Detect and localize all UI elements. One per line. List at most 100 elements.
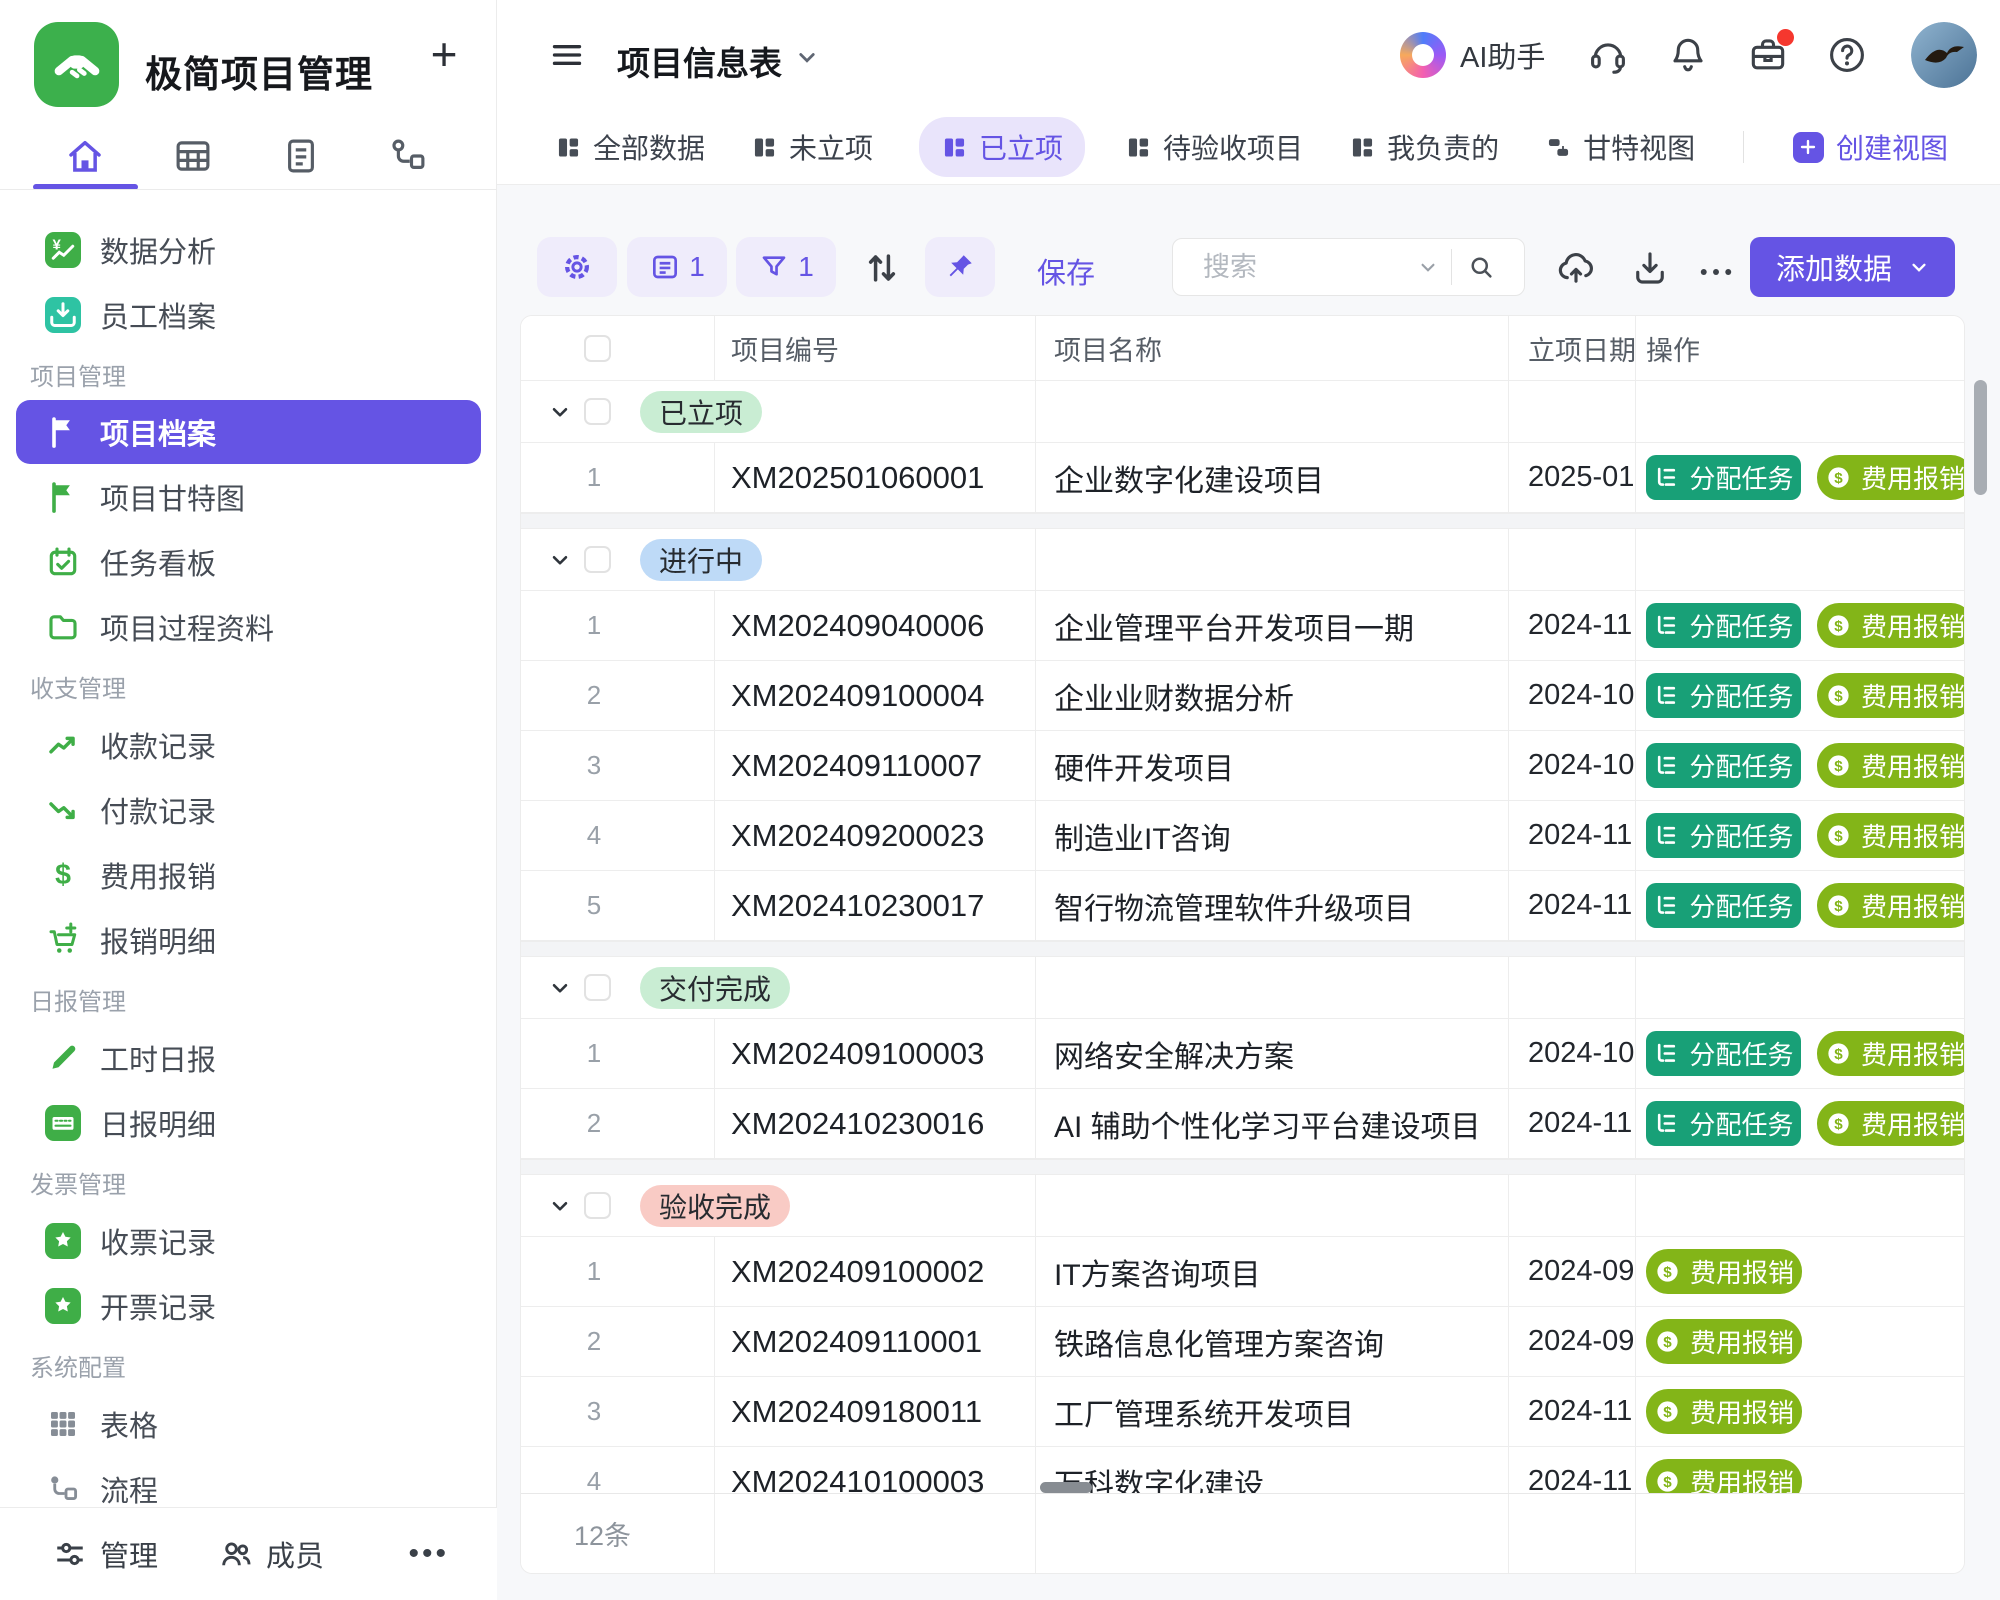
sidebar-item-数据分析[interactable]: ¥数据分析 bbox=[0, 217, 497, 282]
sidebar-tab-docs[interactable] bbox=[277, 132, 325, 180]
group-select-checkbox[interactable] bbox=[584, 546, 611, 573]
add-data-button[interactable]: 添加数据 bbox=[1750, 237, 1955, 297]
user-avatar[interactable] bbox=[1911, 22, 1977, 88]
sidebar-item-工时日报[interactable]: 工时日报 bbox=[0, 1025, 497, 1090]
expense-report-button[interactable]: $费用报销 bbox=[1646, 1249, 1802, 1294]
group-select-checkbox[interactable] bbox=[584, 398, 611, 425]
table-row[interactable]: 3XM202409110007硬件开发项目2024-10分配任务$费用报销 bbox=[521, 731, 1964, 801]
assign-task-button[interactable]: 分配任务 bbox=[1646, 813, 1801, 858]
table-row[interactable]: 1XM202409100002IT方案咨询项目2024-09$费用报销 bbox=[521, 1237, 1964, 1307]
table-row[interactable]: 2XM202409100004企业业财数据分析2024-10分配任务$费用报销 bbox=[521, 661, 1964, 731]
column-header-project-name[interactable]: 项目名称 bbox=[1036, 316, 1509, 380]
fields-config-button[interactable]: 1 bbox=[627, 237, 727, 297]
table-row[interactable]: 2XM202409110001铁路信息化管理方案咨询2024-09$费用报销 bbox=[521, 1307, 1964, 1377]
export-download-icon[interactable] bbox=[1629, 247, 1671, 289]
sidebar-item-报销明细[interactable]: 报销明细 bbox=[0, 907, 497, 972]
assign-task-button[interactable]: 分配任务 bbox=[1646, 603, 1801, 648]
search-icon[interactable] bbox=[1466, 252, 1496, 282]
select-all-checkbox[interactable] bbox=[584, 335, 611, 362]
sidebar-item-员工档案[interactable]: 员工档案 bbox=[0, 282, 497, 347]
vertical-scrollbar[interactable] bbox=[1974, 380, 1987, 495]
sidebar-item-付款记录[interactable]: 付款记录 bbox=[0, 777, 497, 842]
view-tab-已立项[interactable]: 已立项 bbox=[919, 117, 1085, 177]
support-headset-icon[interactable] bbox=[1586, 33, 1630, 77]
sidebar-item-项目甘特图[interactable]: 项目甘特图 bbox=[0, 464, 497, 529]
more-actions-icon[interactable] bbox=[1695, 251, 1737, 293]
expense-report-button[interactable]: $费用报销 bbox=[1817, 1031, 1964, 1076]
group-collapse-chevron-icon[interactable] bbox=[547, 547, 573, 573]
view-tab-未立项[interactable]: 未立项 bbox=[751, 127, 873, 167]
view-tab-待验收项目[interactable]: 待验收项目 bbox=[1125, 127, 1303, 167]
sidebar-item-任务看板[interactable]: 任务看板 bbox=[0, 529, 497, 594]
title-chevron-down-icon[interactable] bbox=[792, 42, 822, 72]
table-row[interactable]: 5XM202410230017智行物流管理软件升级项目2024-11分配任务$费… bbox=[521, 871, 1964, 941]
search-input[interactable] bbox=[1201, 251, 1415, 284]
svg-text:$: $ bbox=[1834, 1116, 1843, 1133]
settings-button[interactable] bbox=[537, 237, 617, 297]
view-tab-全部数据[interactable]: 全部数据 bbox=[555, 127, 705, 167]
sidebar-item-收票记录[interactable]: 收票记录 bbox=[0, 1208, 497, 1273]
expense-report-button[interactable]: $费用报销 bbox=[1817, 1101, 1964, 1146]
column-header-project-id[interactable]: 项目编号 bbox=[715, 316, 1036, 380]
horizontal-scrollbar[interactable] bbox=[1040, 1482, 1092, 1493]
import-upload-icon[interactable] bbox=[1555, 247, 1597, 289]
assign-task-button[interactable]: 分配任务 bbox=[1646, 673, 1801, 718]
group-select-checkbox[interactable] bbox=[584, 974, 611, 1001]
expense-report-button[interactable]: $费用报销 bbox=[1817, 743, 1964, 788]
expense-report-button[interactable]: $费用报销 bbox=[1817, 883, 1964, 928]
view-tab-我负责的[interactable]: 我负责的 bbox=[1349, 127, 1499, 167]
sort-button[interactable] bbox=[860, 246, 904, 290]
save-button[interactable]: 保存 bbox=[1037, 250, 1095, 292]
search-scope-chevron-icon[interactable] bbox=[1415, 254, 1441, 280]
sidebar-item-项目过程资料[interactable]: 项目过程资料 bbox=[0, 594, 497, 659]
cell-project-name: 铁路信息化管理方案咨询 bbox=[1054, 1320, 1384, 1364]
table-row[interactable]: 3XM202409180011工厂管理系统开发项目2024-11$费用报销 bbox=[521, 1377, 1964, 1447]
sidebar-item-流程[interactable]: 流程 bbox=[0, 1456, 497, 1508]
assign-task-button[interactable]: 分配任务 bbox=[1646, 1031, 1801, 1076]
group-select-checkbox[interactable] bbox=[584, 1192, 611, 1219]
sidebar-tab-home[interactable] bbox=[61, 132, 109, 180]
create-view-button[interactable]: 创建视图 bbox=[1793, 127, 1948, 167]
group-collapse-chevron-icon[interactable] bbox=[547, 975, 573, 1001]
ai-assistant-button[interactable]: AI助手 bbox=[1400, 28, 1545, 82]
expense-report-button[interactable]: $费用报销 bbox=[1646, 1389, 1802, 1434]
sidebar-item-收款记录[interactable]: 收款记录 bbox=[0, 712, 497, 777]
group-collapse-chevron-icon[interactable] bbox=[547, 399, 573, 425]
pin-button[interactable] bbox=[925, 237, 995, 297]
manage-button[interactable]: 管理 bbox=[52, 1533, 158, 1575]
help-icon[interactable] bbox=[1825, 33, 1869, 77]
members-button[interactable]: 成员 bbox=[218, 1533, 324, 1575]
expense-report-button[interactable]: $费用报销 bbox=[1646, 1319, 1802, 1364]
expense-report-button[interactable]: $费用报销 bbox=[1817, 455, 1964, 500]
sidebar-tab-tables[interactable] bbox=[169, 132, 217, 180]
column-header-date[interactable]: 立项日期 bbox=[1509, 316, 1636, 380]
cell-project-id: XM202409100003 bbox=[731, 1036, 984, 1072]
table-row[interactable]: 1XM202409040006企业管理平台开发项目一期2024-11分配任务$费… bbox=[521, 591, 1964, 661]
expense-report-button[interactable]: $费用报销 bbox=[1817, 603, 1964, 648]
workbench-briefcase-icon[interactable] bbox=[1746, 33, 1790, 77]
table-row[interactable]: 2XM202410230016AI 辅助个性化学习平台建设项目2024-11分配… bbox=[521, 1089, 1964, 1159]
sidebar-tab-flows[interactable] bbox=[384, 132, 432, 180]
menu-toggle-button[interactable] bbox=[543, 31, 591, 79]
table-row[interactable]: 4XM202409200023制造业IT咨询2024-11分配任务$费用报销 bbox=[521, 801, 1964, 871]
sidebar-item-日报明细[interactable]: 日报明细 bbox=[0, 1090, 497, 1155]
sidebar-item-开票记录[interactable]: 开票记录 bbox=[0, 1273, 497, 1338]
assign-task-button[interactable]: 分配任务 bbox=[1646, 883, 1801, 928]
sidebar-item-项目档案[interactable]: 项目档案 bbox=[16, 400, 481, 464]
group-collapse-chevron-icon[interactable] bbox=[547, 1193, 573, 1219]
table-row[interactable]: 1XM202501060001企业数字化建设项目2025-01分配任务$费用报销 bbox=[521, 443, 1964, 513]
assign-task-button[interactable]: 分配任务 bbox=[1646, 455, 1801, 500]
sidebar-more-button[interactable]: ••• bbox=[408, 1537, 449, 1571]
group-row-已立项: 已立项 bbox=[521, 381, 1964, 443]
assign-task-button[interactable]: 分配任务 bbox=[1646, 1101, 1801, 1146]
view-tab-甘特视图[interactable]: 甘特视图 bbox=[1545, 127, 1695, 167]
notifications-bell-icon[interactable] bbox=[1666, 33, 1710, 77]
expense-report-button[interactable]: $费用报销 bbox=[1817, 673, 1964, 718]
assign-task-button[interactable]: 分配任务 bbox=[1646, 743, 1801, 788]
sidebar-item-费用报销[interactable]: $费用报销 bbox=[0, 842, 497, 907]
table-row[interactable]: 1XM202409100003网络安全解决方案2024-10分配任务$费用报销 bbox=[521, 1019, 1964, 1089]
filter-button[interactable]: 1 bbox=[736, 237, 836, 297]
sidebar-item-表格[interactable]: 表格 bbox=[0, 1391, 497, 1456]
expense-report-button[interactable]: $费用报销 bbox=[1817, 813, 1964, 858]
add-app-button[interactable]: + bbox=[416, 26, 472, 82]
